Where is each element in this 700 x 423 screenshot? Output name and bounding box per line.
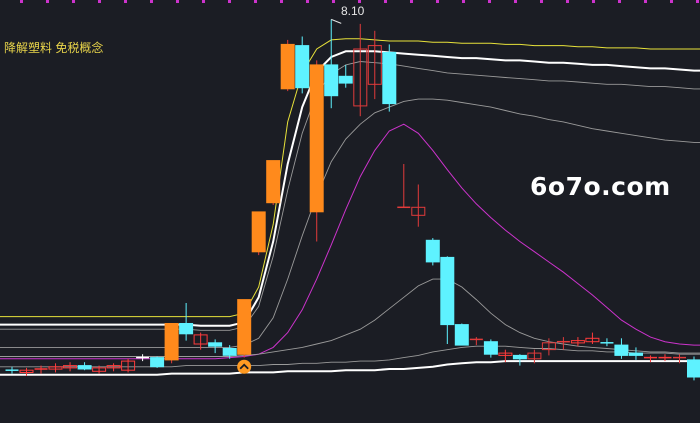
top-marker bbox=[618, 0, 621, 3]
band-line-5 bbox=[0, 278, 700, 357]
top-marker bbox=[46, 0, 49, 3]
candle-body bbox=[251, 211, 266, 253]
candle-body bbox=[77, 365, 92, 370]
top-marker bbox=[592, 0, 595, 3]
top-marker bbox=[384, 0, 387, 3]
candle-body bbox=[440, 256, 455, 326]
top-marker bbox=[540, 0, 543, 3]
chart-title: 降解塑料 免税概念 bbox=[4, 41, 104, 55]
candle-body bbox=[266, 160, 281, 204]
top-marker bbox=[202, 0, 205, 3]
top-marker bbox=[306, 0, 309, 3]
top-marker bbox=[488, 0, 491, 3]
candle-body bbox=[483, 341, 498, 355]
candle-body bbox=[324, 64, 339, 97]
top-marker bbox=[332, 0, 335, 3]
candle-body bbox=[614, 344, 629, 356]
candle-body bbox=[237, 299, 252, 355]
top-marker bbox=[254, 0, 257, 3]
watermark: 6o7o.com bbox=[530, 172, 671, 201]
top-marker bbox=[514, 0, 517, 3]
candle-body bbox=[222, 348, 237, 356]
candle-body bbox=[309, 64, 324, 213]
candle-body bbox=[687, 359, 700, 378]
top-marker bbox=[98, 0, 101, 3]
top-marker bbox=[644, 0, 647, 3]
band-line-3 bbox=[0, 98, 700, 348]
top-marker bbox=[150, 0, 153, 3]
high-price-label: 8.10 bbox=[341, 4, 365, 18]
candle-body bbox=[164, 323, 179, 361]
top-marker bbox=[462, 0, 465, 3]
candle-body bbox=[280, 43, 295, 90]
candle-body bbox=[208, 342, 223, 347]
top-marker bbox=[280, 0, 283, 3]
candle-body bbox=[512, 354, 527, 360]
candlestick-chart[interactable] bbox=[0, 0, 700, 423]
candle-body bbox=[179, 323, 194, 335]
top-marker bbox=[696, 0, 699, 3]
top-marker bbox=[72, 0, 75, 3]
candle-body bbox=[338, 75, 353, 84]
signal-marker-icon bbox=[237, 359, 252, 374]
candle-body bbox=[454, 324, 469, 346]
top-marker bbox=[670, 0, 673, 3]
top-marker bbox=[410, 0, 413, 3]
top-marker bbox=[228, 0, 231, 3]
top-marker bbox=[358, 0, 361, 3]
high-marker-line bbox=[331, 18, 342, 24]
candle-body bbox=[425, 239, 440, 263]
top-marker bbox=[176, 0, 179, 3]
top-marker bbox=[436, 0, 439, 3]
candle-body bbox=[295, 45, 310, 89]
candle-body bbox=[150, 357, 165, 368]
top-marker bbox=[566, 0, 569, 3]
candle-body bbox=[629, 352, 643, 356]
candle-body bbox=[382, 51, 397, 105]
top-marker bbox=[124, 0, 127, 3]
chart-area: 降解塑料 免税概念 8.10 6o7o.com bbox=[0, 0, 700, 423]
top-marker bbox=[20, 0, 23, 3]
